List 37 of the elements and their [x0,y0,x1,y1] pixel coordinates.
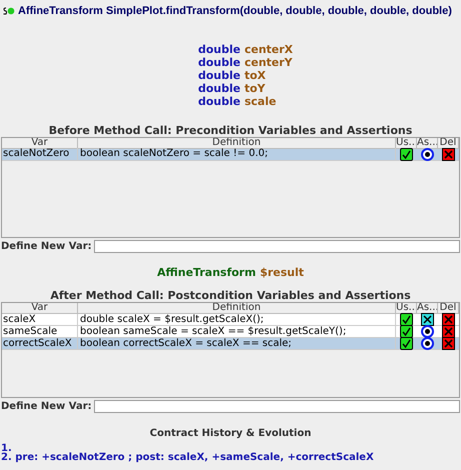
param-type: double [198,54,240,70]
column-header[interactable]: Var [2,138,78,148]
table-row[interactable]: sameScale boolean sameScale = scaleX == $result.getScaleY(); [2,326,459,338]
checked-checkbox-icon[interactable] [400,325,413,338]
param-type: double [198,68,240,84]
checked-checkbox-icon[interactable] [400,337,413,350]
define-label: Define New Var: [0,240,92,254]
method-signature: AffineTransform SimplePlot.findTransform(double, double, double, double, double) [18,4,452,19]
param-type: double [198,94,240,110]
new-var-field[interactable] [94,400,460,413]
radio-button-icon[interactable] [421,337,434,350]
delete-icon[interactable] [442,148,455,160]
table-row[interactable]: scaleNotZero boolean scaleNotZero = scale != 0.0; [2,148,459,160]
section-title: Before Method Call: Precondition Variables and Assertions [48,124,414,136]
history-entry: 2. pre: +scaleNotZero ; post: scaleX, +sameScale, +correctScaleX [1,453,375,462]
new-var-field[interactable] [94,240,460,252]
radio-button-icon[interactable] [421,325,434,338]
table-row[interactable]: scaleX double scaleX = $result.getScaleX(); [2,314,459,326]
param-name: scale [244,94,276,110]
column-header[interactable]: Var [2,303,78,313]
var-cell: correctScaleX [2,338,78,350]
static-method-icon [3,7,15,16]
definition-cell: boolean correctScaleX = scaleX == scale; [78,338,396,350]
result-name: $result [260,264,304,280]
define-label: Define New Var: [0,400,92,414]
param-type: double [198,42,240,58]
var-cell: scaleNotZero [2,148,78,160]
section-title: After Method Call: Postcondition Variables and Assertions [49,289,412,302]
result-type: AffineTransform [157,264,256,280]
checked-checkbox-icon[interactable] [400,313,413,326]
definition-cell: boolean scaleNotZero = scale != 0.0; [78,148,396,160]
history-title: Contract History & Evolution [148,427,312,441]
checked-checkbox-icon[interactable] [400,148,413,160]
history-entry: 1. [1,444,13,453]
cross-box-icon[interactable] [421,313,434,326]
table-row[interactable]: correctScaleX boolean correctScaleX = scaleX == scale; [2,338,459,350]
param-type: double [198,80,240,96]
